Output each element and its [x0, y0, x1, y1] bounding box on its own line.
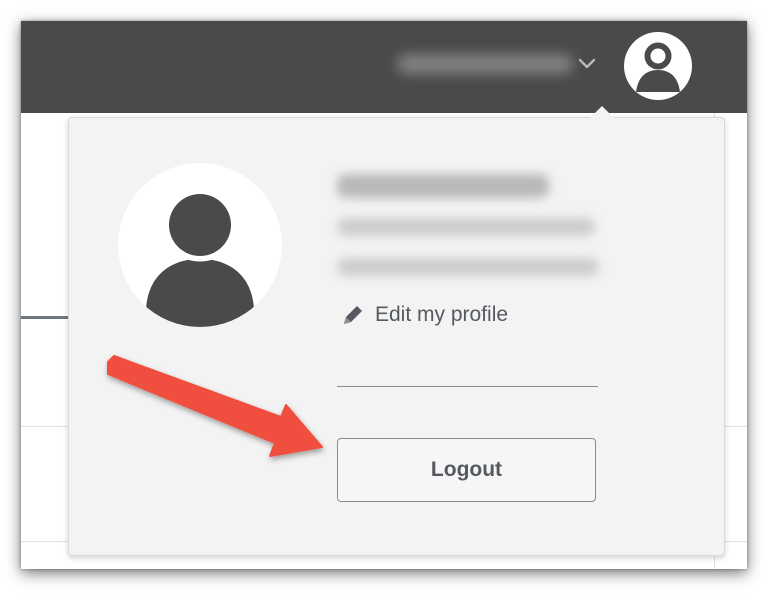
page-divider-dark — [21, 316, 71, 319]
profile-dropdown-menu: Edit my profile Logout — [68, 106, 725, 556]
app-window: Edit my profile Logout — [21, 21, 747, 569]
pencil-icon — [344, 306, 362, 324]
edit-profile-link[interactable]: Edit my profile — [340, 300, 508, 330]
profile-avatar — [118, 163, 282, 327]
logout-button[interactable]: Logout — [337, 438, 596, 502]
profile-detail-redacted — [337, 258, 599, 276]
menu-divider — [337, 386, 598, 387]
dropdown-caret — [590, 106, 614, 118]
top-header-bar — [21, 21, 747, 113]
profile-name-redacted — [337, 174, 549, 198]
profile-email-redacted — [337, 218, 595, 236]
header-avatar-button[interactable] — [624, 32, 692, 100]
user-name-redacted[interactable] — [397, 54, 573, 74]
user-avatar-icon — [636, 42, 680, 92]
edit-profile-label: Edit my profile — [375, 303, 509, 326]
user-avatar-icon — [146, 188, 254, 327]
chevron-down-icon[interactable] — [578, 55, 596, 71]
